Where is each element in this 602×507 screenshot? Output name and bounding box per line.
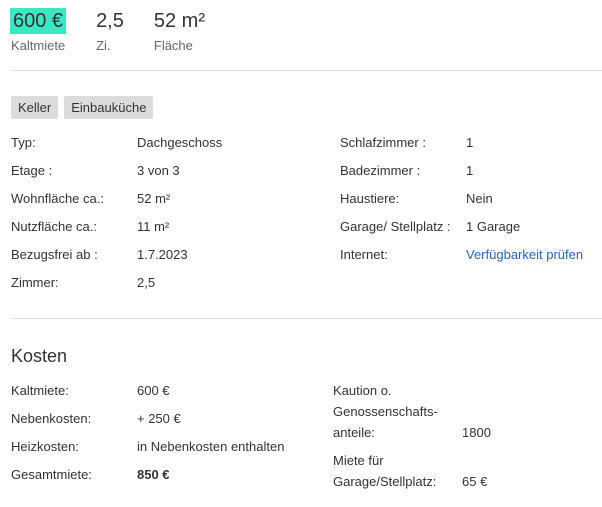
area-fact: 52 m² Fläche — [154, 8, 205, 53]
detail-value: 1 — [466, 163, 474, 178]
detail-value: 2,5 — [137, 275, 156, 290]
tag-einbaukueche: Einbauküche — [64, 96, 154, 119]
cost-key: Miete für Garage/Stellplatz: — [333, 450, 436, 492]
detail-key: Etage : — [11, 163, 53, 178]
detail-key: Wohnfläche ca.: — [11, 191, 104, 206]
details-left: Typ: Dachgeschoss Etage : 3 von 3 Wohnfl… — [11, 135, 311, 295]
price-fact: 600 € Kaltmiete — [10, 8, 67, 53]
detail-value: 11 m² — [137, 219, 170, 234]
detail-key: Typ: — [11, 135, 36, 150]
cost-key-line: Kaution o. — [333, 383, 392, 398]
area-value: 52 m² — [153, 10, 205, 32]
tag-keller: Keller — [11, 96, 59, 119]
cost-value: in Nebenkosten enthalten — [137, 439, 285, 454]
divider — [11, 318, 602, 319]
detail-value: Nein — [466, 191, 493, 206]
cost-key: Heizkosten: — [11, 439, 79, 454]
detail-key: Bezugsfrei ab : — [11, 247, 98, 262]
rooms-fact: 2,5 Zi. — [96, 8, 124, 53]
rooms-label: Zi. — [96, 38, 111, 53]
cost-key-line: Genossenschafts- — [333, 404, 438, 419]
detail-value: 3 von 3 — [137, 163, 180, 178]
details-right: Schlafzimmer : 1 Badezimmer : 1 Haustier… — [340, 135, 602, 275]
feature-tags: Keller Einbauküche — [11, 96, 159, 119]
cost-key-line: Garage/Stellplatz: — [333, 474, 437, 489]
costs-right: Kaution o. Genossenschafts- anteile: 180… — [333, 380, 602, 490]
cost-key: Kaution o. Genossenschafts- anteile: — [333, 380, 438, 443]
detail-key: Garage/ Stellplatz : — [340, 219, 451, 234]
detail-value: 1.7.2023 — [137, 247, 188, 262]
detail-key: Badezimmer : — [340, 163, 421, 178]
detail-value: 1 — [466, 135, 474, 150]
key-facts: 600 € Kaltmiete 2,5 Zi. 52 m² Fläche — [10, 8, 235, 53]
detail-key: Schlafzimmer : — [340, 135, 426, 150]
internet-availability-link[interactable]: Verfügbarkeit prüfen — [466, 247, 583, 262]
cost-value: 65 € — [462, 474, 488, 489]
cost-key: Kaltmiete: — [11, 383, 69, 398]
area-label: Fläche — [153, 38, 193, 53]
detail-value: Dachgeschoss — [137, 135, 223, 150]
costs-left: Kaltmiete: 600 € Nebenkosten: + 250 € He… — [11, 383, 321, 483]
detail-key: Nutzfläche ca.: — [11, 219, 97, 234]
cost-key: Gesamtmiete: — [11, 467, 92, 482]
detail-key: Zimmer: — [11, 275, 59, 290]
cost-value-total: 850 € — [137, 467, 170, 482]
cost-value: 1800 — [462, 425, 491, 440]
detail-key: Haustiere: — [340, 191, 400, 206]
detail-value: 1 Garage — [466, 219, 521, 234]
cost-key-line: Miete für — [333, 453, 384, 468]
costs-title: Kosten — [11, 346, 68, 366]
cost-key-line: anteile: — [333, 425, 375, 440]
price-value: 600 € — [10, 8, 67, 34]
rooms-value: 2,5 — [96, 10, 124, 32]
detail-key: Internet: — [340, 247, 388, 262]
cost-value: 600 € — [137, 383, 170, 398]
cost-value: + 250 € — [137, 411, 181, 426]
divider — [11, 70, 602, 71]
detail-value: 52 m² — [137, 191, 171, 206]
price-label: Kaltmiete — [11, 38, 66, 53]
cost-key: Nebenkosten: — [11, 411, 92, 426]
